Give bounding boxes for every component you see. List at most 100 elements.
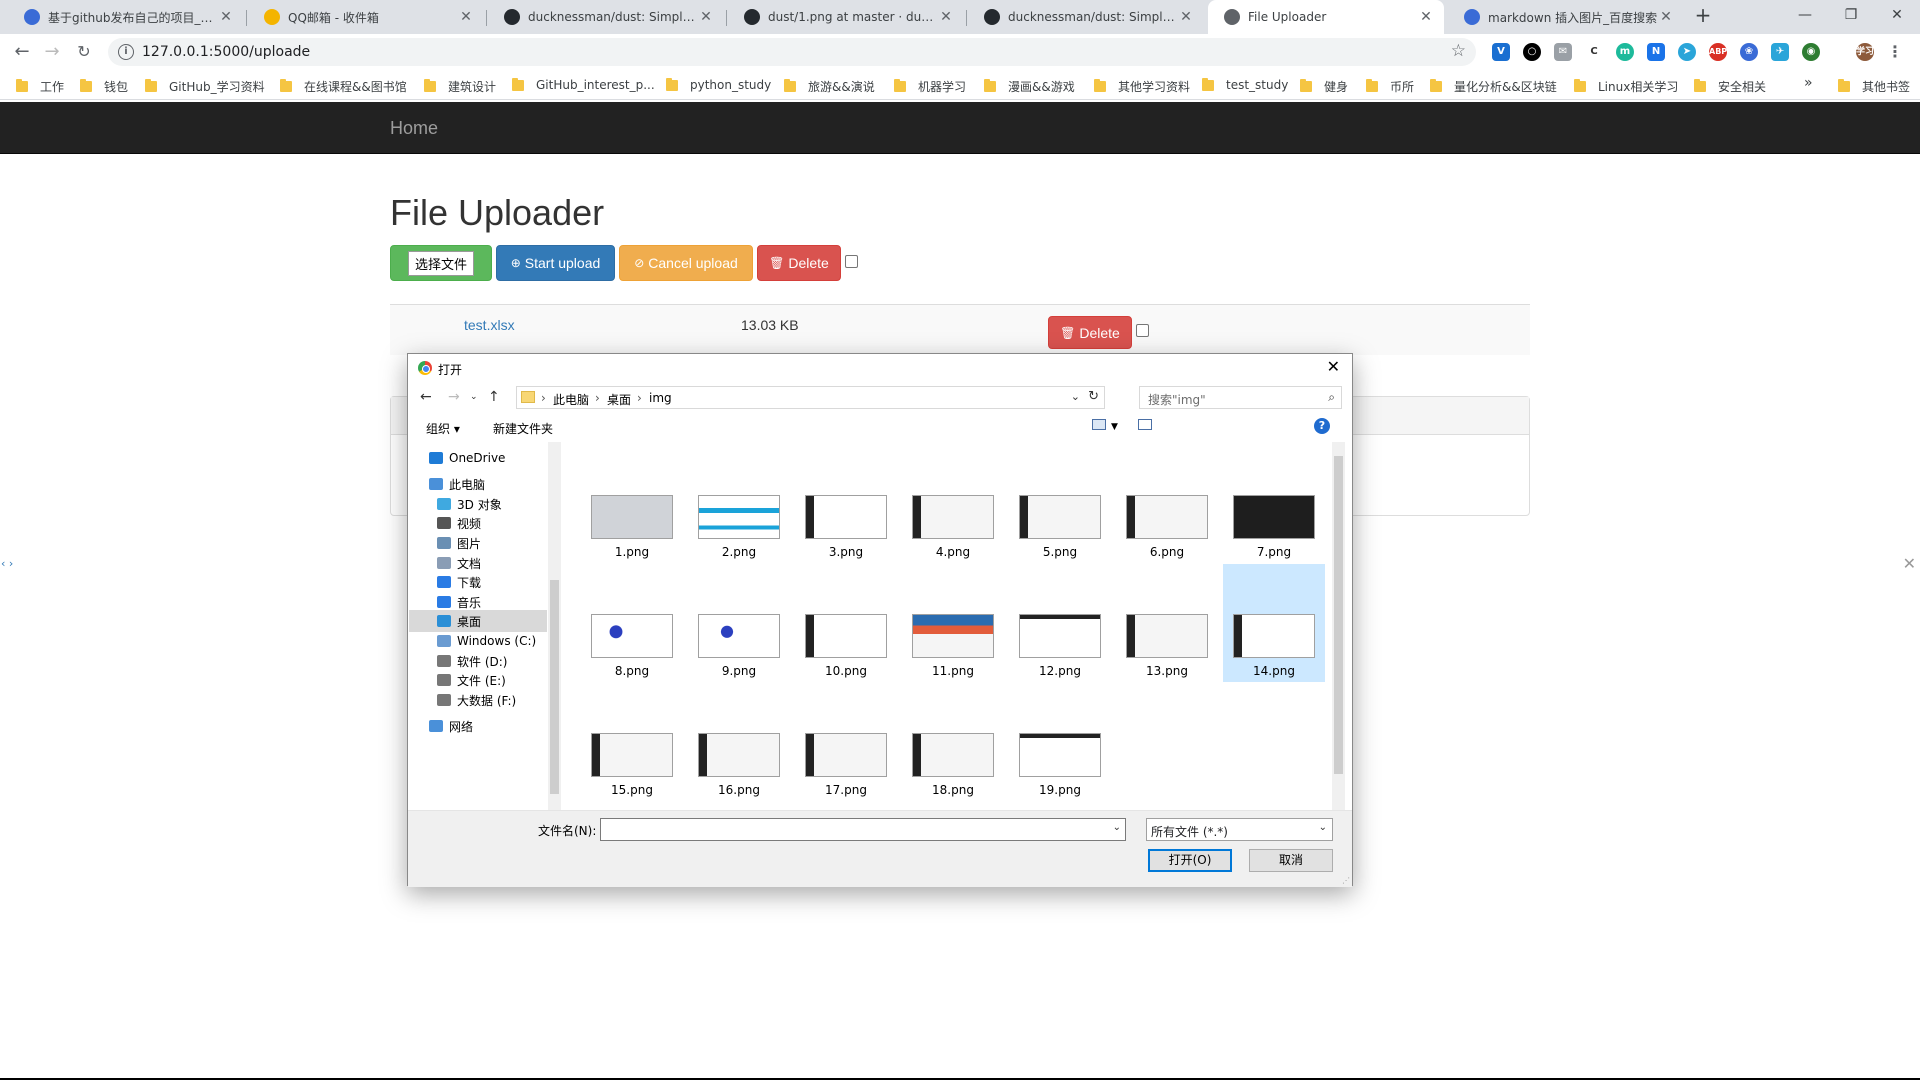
file-item[interactable]: 19.png [1009,683,1111,801]
menu-icon[interactable]: ⋮ [1886,43,1904,61]
browser-tab[interactable]: dust/1.png at master · duckne ✕ [728,0,964,34]
tab-close-icon[interactable]: ✕ [1178,9,1194,25]
forward-arrow-icon[interactable]: → [448,389,460,405]
bookmark-folder[interactable]: test_study [1202,77,1288,92]
file-item[interactable]: 9.png [688,564,790,682]
file-item[interactable]: 5.png [1009,445,1111,563]
view-dropdown-icon[interactable]: ▼ [1111,422,1118,432]
bookmark-folder[interactable]: 币所 [1366,78,1414,95]
start-upload-button[interactable]: ⊕ Start upload [496,245,615,281]
breadcrumb-pc[interactable]: 此电脑 [553,391,589,408]
new-tab-icon[interactable]: + [1680,0,1726,34]
url-text[interactable]: 127.0.0.1:5000/uploade [142,44,310,60]
bookmark-star-icon[interactable]: ☆ [1451,41,1466,61]
bookmark-folder[interactable]: Linux相关学习 [1574,78,1678,95]
forward-icon[interactable]: → [38,40,66,64]
nav-item[interactable]: 视频 [409,512,547,534]
file-item[interactable]: 10.png [795,564,897,682]
bookmark-folder[interactable]: 量化分析&&区块链 [1430,78,1557,95]
tab-close-icon[interactable]: ✕ [458,9,474,25]
file-item[interactable]: 2.png [688,445,790,563]
back-icon[interactable]: ← [8,40,36,64]
bookmark-folder[interactable]: 在线课程&&图书馆 [280,78,407,95]
breadcrumb-img[interactable]: img [649,391,672,405]
view-mode-icon[interactable] [1092,419,1106,430]
filename-dropdown-icon[interactable]: ⌄ [1113,822,1121,833]
browser-tab[interactable]: File Uploader ✕ [1208,0,1444,34]
extension-mail-icon[interactable]: ✉ [1554,43,1572,61]
nav-scrollbar[interactable] [548,442,561,810]
extension-record-icon[interactable]: ○ [1523,43,1541,61]
nav-item[interactable]: 图片 [409,532,547,554]
bookmark-folder[interactable]: 漫画&&游戏 [984,78,1075,95]
cancel-upload-button[interactable]: ⊘ Cancel upload [619,245,753,281]
file-item[interactable]: 13.png [1116,564,1218,682]
select-all-checkbox[interactable] [845,255,858,268]
refresh-icon[interactable]: ↻ [1088,389,1099,404]
recent-chevron-icon[interactable]: ⌄ [470,392,478,402]
up-arrow-icon[interactable]: ↑ [488,389,500,405]
reload-icon[interactable]: ↻ [70,40,98,64]
file-item[interactable]: 8.png [581,564,683,682]
extension-telegram-icon[interactable]: ✈ [1771,43,1789,61]
file-item[interactable]: 3.png [795,445,897,563]
choose-file-button[interactable]: 选择文件 [390,245,492,281]
extension-m-icon[interactable]: m [1616,43,1634,61]
file-item[interactable]: 14.png [1223,564,1325,682]
nav-home-link[interactable]: Home [390,118,438,139]
file-item[interactable]: 4.png [902,445,1004,563]
filetype-select[interactable]: 所有文件 (*.*) ⌄ [1146,818,1333,841]
file-name-link[interactable]: test.xlsx [464,317,515,333]
file-item[interactable]: 12.png [1009,564,1111,682]
nav-item[interactable]: 网络 [409,715,547,737]
nav-item[interactable]: 大数据 (F:) [409,689,547,711]
organize-menu[interactable]: 组织 ▾ [426,420,460,437]
extension-send-icon[interactable]: ➤ [1678,43,1696,61]
tab-close-icon[interactable]: ✕ [1418,9,1434,25]
close-icon[interactable]: ✕ [1327,357,1340,376]
search-input[interactable]: 搜索"img" ⌕ [1139,386,1342,409]
bookmarks-overflow-icon[interactable]: » [1804,75,1813,91]
site-info-icon[interactable]: i [118,44,134,60]
nav-item[interactable]: OneDrive [409,447,547,469]
browser-tab[interactable]: QQ邮箱 - 收件箱 ✕ [248,0,484,34]
tab-close-icon[interactable]: ✕ [698,9,714,25]
browser-tab[interactable]: ducknessman/dust: Simple tes ✕ [488,0,724,34]
browser-tab[interactable]: ducknessman/dust: Simple tes ✕ [968,0,1204,34]
profile-avatar[interactable]: 学习 [1856,43,1874,61]
file-item[interactable]: 6.png [1116,445,1218,563]
bookmark-folder[interactable]: GitHub_学习资料 [145,78,265,95]
nav-scroll-thumb[interactable] [550,580,559,794]
bookmark-folder[interactable]: 旅游&&演说 [784,78,875,95]
path-dropdown-icon[interactable]: ⌄ [1071,390,1080,403]
bookmark-folder[interactable]: 其他学习资料 [1094,78,1190,95]
left-carousel-arrow-icon[interactable]: ‹ › [1,557,13,570]
other-bookmarks[interactable]: 其他书签 [1838,78,1910,95]
back-arrow-icon[interactable]: ← [420,389,432,405]
delete-all-button[interactable]: 🗑 Delete [757,245,841,281]
nav-item[interactable]: 文件 (E:) [409,669,547,691]
extension-globe-icon[interactable]: ◉ [1802,43,1820,61]
tab-close-icon[interactable]: ✕ [938,9,954,25]
resize-grip-icon[interactable]: ⋰ [1342,876,1350,885]
file-item[interactable]: 15.png [581,683,683,801]
bookmark-folder[interactable]: 机器学习 [894,78,966,95]
filename-input[interactable]: ⌄ [600,818,1126,841]
nav-item[interactable]: 下载 [409,571,547,593]
bookmark-folder[interactable]: 钱包 [80,78,128,95]
right-close-icon[interactable]: ✕ [1903,554,1916,573]
help-icon[interactable]: ? [1314,418,1330,434]
bookmark-folder[interactable]: 健身 [1300,78,1348,95]
file-item[interactable]: 11.png [902,564,1004,682]
bookmark-folder[interactable]: 建筑设计 [424,78,496,95]
minimize-icon[interactable]: — [1782,0,1828,34]
preview-pane-icon[interactable] [1138,419,1152,430]
extension-abp-icon[interactable]: ABP [1709,43,1727,61]
files-scroll-thumb[interactable] [1334,456,1343,774]
browser-tab[interactable]: 基于github发布自己的项目_互联 ✕ [8,0,244,34]
bookmark-folder[interactable]: GitHub_interest_p... [512,77,655,92]
file-item[interactable]: 1.png [581,445,683,563]
nav-item[interactable]: Windows (C:) [409,630,547,652]
nav-item[interactable]: 此电脑 [409,473,547,495]
file-select-checkbox[interactable] [1136,324,1149,337]
